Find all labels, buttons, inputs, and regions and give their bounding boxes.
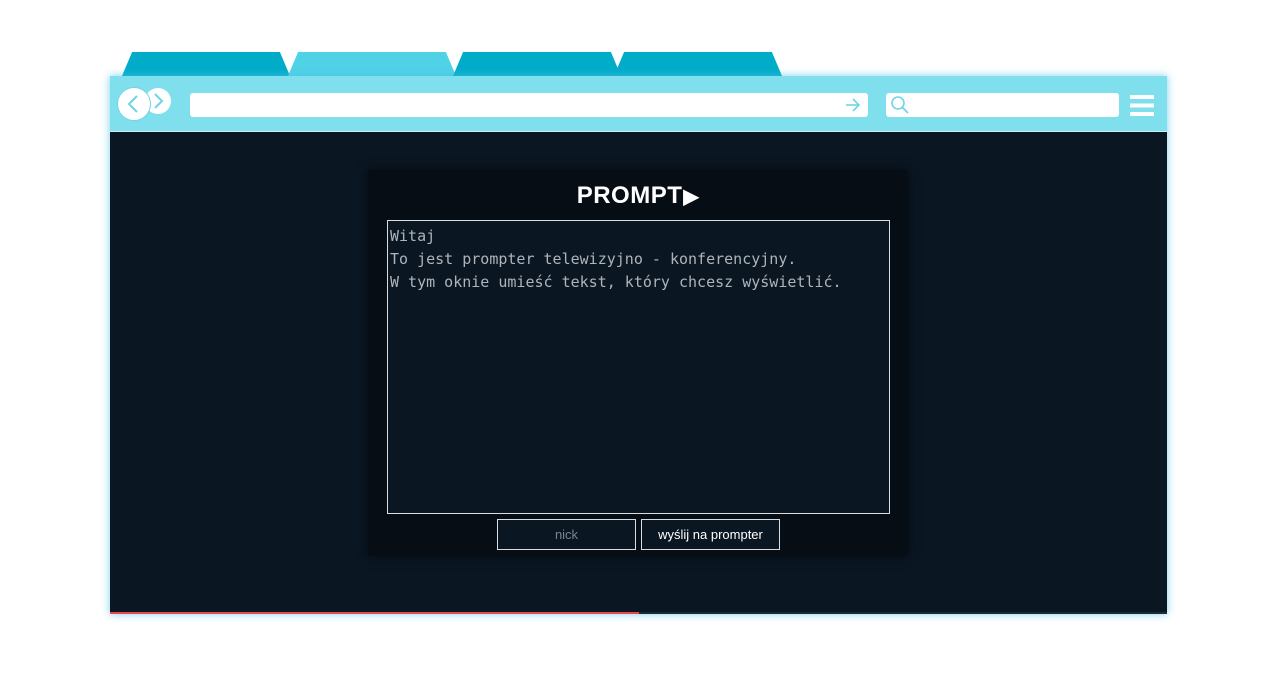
- prompter-text-input[interactable]: Witaj To jest prompter telewizyjno - kon…: [387, 220, 890, 514]
- browser-window: PROMPT▶ Witaj To jest prompter telewizyj…: [110, 76, 1167, 614]
- address-bar[interactable]: [190, 93, 868, 117]
- send-to-prompter-button[interactable]: wyślij na prompter: [641, 519, 780, 550]
- search-icon: [891, 96, 909, 114]
- loading-progress-bar: [110, 612, 1167, 614]
- arrow-right-icon[interactable]: [844, 96, 862, 114]
- prompter-panel: PROMPT▶ Witaj To jest prompter telewizyj…: [368, 170, 908, 556]
- browser-tab-4[interactable]: [614, 52, 782, 76]
- browser-tab-2[interactable]: [288, 52, 456, 76]
- loading-progress-fill: [110, 612, 639, 614]
- chevron-left-icon: [127, 95, 138, 113]
- page-viewport: PROMPT▶ Witaj To jest prompter telewizyj…: [110, 132, 1167, 614]
- back-button[interactable]: [117, 87, 151, 121]
- stage: PROMPT▶ Witaj To jest prompter telewizyj…: [0, 0, 1280, 682]
- play-icon: ▶: [683, 186, 700, 208]
- hamburger-menu-icon[interactable]: [1130, 95, 1154, 117]
- nick-input[interactable]: [497, 519, 636, 550]
- browser-tab-1[interactable]: [122, 52, 290, 76]
- logo-text: PROMPT: [576, 182, 683, 209]
- app-logo: PROMPT▶: [368, 182, 908, 210]
- browser-tab-3[interactable]: [453, 52, 621, 76]
- browser-toolbar: [110, 76, 1167, 132]
- search-bar[interactable]: [886, 93, 1119, 117]
